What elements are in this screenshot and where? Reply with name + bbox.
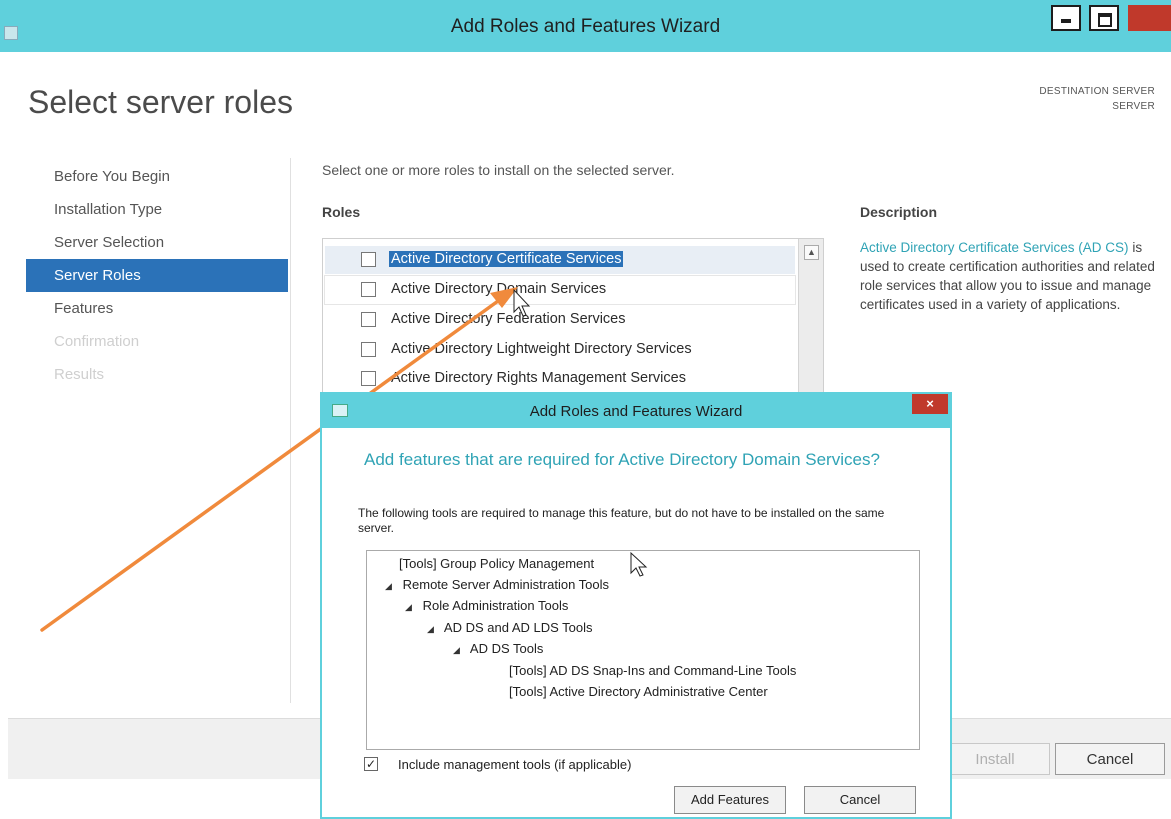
wizard-nav: Before You Begin Installation Type Serve… [26, 160, 288, 391]
nav-item-confirmation: Confirmation [54, 333, 140, 350]
scroll-up-arrow-icon[interactable]: ▲ [804, 245, 819, 260]
dialog-subtext: The following tools are required to mana… [358, 506, 885, 535]
role-row-ad-lightweight-directory-services[interactable]: Active Directory Lightweight Directory S… [325, 336, 795, 364]
dialog-title: Add Roles and Features Wizard [529, 403, 743, 420]
nav-item-features[interactable]: Features [26, 292, 288, 325]
tree-item-label: Remote Server Administration Tools [402, 577, 610, 592]
tree-item: [Tools] Group Policy Management [399, 556, 594, 578]
description-heading: Description [860, 204, 938, 220]
minimize-button[interactable] [1051, 5, 1081, 31]
nav-divider [290, 158, 291, 703]
mouse-pointer-icon [630, 551, 648, 577]
nav-item-installation-type[interactable]: Installation Type [26, 193, 288, 226]
role-label: Active Directory Lightweight Directory S… [391, 341, 692, 357]
roles-list: Active Directory Certificate Services Ac… [322, 238, 824, 400]
include-management-tools-checkbox[interactable]: ✓ [364, 757, 378, 771]
roles-heading: Roles [322, 204, 361, 220]
collapse-arrow-icon[interactable]: ◢ [405, 602, 419, 613]
tree-item-label: AD DS Tools [469, 641, 544, 656]
role-row-ad-certificate-services[interactable]: Active Directory Certificate Services [325, 246, 795, 274]
role-checkbox[interactable] [361, 342, 376, 357]
nav-item-server-roles[interactable]: Server Roles [26, 259, 288, 292]
tree-item[interactable]: ◢ Role Administration Tools [405, 598, 568, 620]
destination-server: DESTINATION SERVER SERVER [1039, 84, 1155, 114]
tree-item-label: [Tools] AD DS Snap-Ins and Command-Line … [509, 663, 797, 678]
role-label: Active Directory Domain Services [391, 281, 607, 297]
tree-item-label: [Tools] Group Policy Management [399, 556, 595, 571]
role-checkbox[interactable] [361, 252, 376, 267]
install-button[interactable]: Install [940, 743, 1050, 775]
maximize-button[interactable] [1089, 5, 1119, 31]
tree-item[interactable]: ◢ AD DS Tools [453, 641, 543, 663]
roles-scrollbar[interactable]: ▲ [798, 239, 823, 399]
tree-item-label: Role Administration Tools [422, 598, 569, 613]
tree-item: [Tools] AD DS Snap-Ins and Command-Line … [509, 663, 796, 685]
instruction-text: Select one or more roles to install on t… [322, 162, 675, 178]
tree-item-label: [Tools] Active Directory Administrative … [509, 684, 768, 699]
destination-server-value: SERVER [1112, 101, 1155, 112]
tree-item[interactable]: ◢ AD DS and AD LDS Tools [427, 620, 593, 642]
role-row-ad-domain-services[interactable]: Active Directory Domain Services [324, 275, 796, 305]
page-title: Select server roles [28, 84, 293, 120]
dialog-titlebar: Add Roles and Features Wizard × [322, 394, 950, 428]
tree-item: [Tools] Active Directory Administrative … [509, 684, 768, 706]
collapse-arrow-icon[interactable]: ◢ [385, 581, 399, 592]
include-management-tools-label: Include management tools (if applicable) [398, 757, 632, 772]
cancel-button[interactable]: Cancel [1055, 743, 1165, 775]
collapse-arrow-icon[interactable]: ◢ [427, 624, 441, 635]
role-checkbox[interactable] [361, 282, 376, 297]
add-features-button[interactable]: Add Features [674, 786, 786, 814]
nav-item-results: Results [54, 366, 105, 383]
destination-server-label: DESTINATION SERVER [1039, 86, 1155, 97]
role-checkbox[interactable] [361, 312, 376, 327]
tree-item[interactable]: ◢ Remote Server Administration Tools [385, 577, 609, 599]
dialog-close-icon[interactable]: × [912, 394, 948, 414]
required-tools-tree: [Tools] Group Policy Management ◢ Remote… [366, 550, 920, 750]
collapse-arrow-icon[interactable]: ◢ [453, 645, 467, 656]
close-button[interactable] [1128, 5, 1171, 31]
nav-item-server-selection[interactable]: Server Selection [26, 226, 288, 259]
role-row-ad-federation-services[interactable]: Active Directory Federation Services [325, 306, 795, 334]
description-link[interactable]: Active Directory Certificate Services (A… [860, 240, 1129, 255]
dialog-cancel-button[interactable]: Cancel [804, 786, 916, 814]
nav-item-before-you-begin[interactable]: Before You Begin [26, 160, 288, 193]
window-title: Add Roles and Features Wizard [450, 16, 721, 37]
main-titlebar: Add Roles and Features Wizard [0, 0, 1171, 52]
role-label: Active Directory Federation Services [391, 311, 626, 327]
description-text: Active Directory Certificate Services (A… [860, 238, 1156, 314]
add-features-dialog: Add Roles and Features Wizard × Add feat… [320, 392, 952, 819]
tree-item-label: AD DS and AD LDS Tools [443, 620, 593, 635]
role-checkbox[interactable] [361, 371, 376, 386]
role-label: Active Directory Rights Management Servi… [391, 370, 686, 386]
role-label: Active Directory Certificate Services [389, 251, 624, 267]
dialog-heading: Add features that are required for Activ… [364, 450, 880, 469]
role-row-ad-rights-management-services[interactable]: Active Directory Rights Management Servi… [325, 365, 795, 393]
